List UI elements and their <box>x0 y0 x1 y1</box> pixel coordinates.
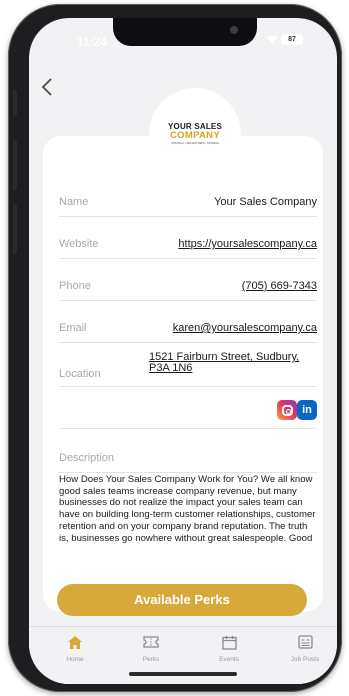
ticket-icon <box>121 635 181 651</box>
notch <box>113 18 257 46</box>
name-value: Your Sales Company <box>214 196 317 208</box>
description-label: Description <box>59 452 115 464</box>
tab-events-label: Events <box>219 656 239 663</box>
tab-job-posts[interactable]: Job Posts <box>275 635 335 663</box>
phone-label: Phone <box>59 280 91 292</box>
volume-up-button <box>13 140 17 190</box>
screen: 11:24 87 Name Your Sales Company Website… <box>29 18 337 684</box>
battery-icon: 87 <box>281 34 303 45</box>
email-label: Email <box>59 322 87 334</box>
email-link[interactable]: karen@yoursalescompany.ca <box>173 322 317 334</box>
status-icons: 87 <box>267 34 303 45</box>
description-row: Description <box>59 448 317 473</box>
name-label: Name <box>59 196 89 208</box>
email-row: Email karen@yoursalescompany.ca <box>59 318 317 343</box>
social-row: in <box>59 390 317 429</box>
home-icon <box>45 635 105 651</box>
status-time: 11:24 <box>77 35 108 49</box>
website-row: Website https://yoursalescompany.ca <box>59 234 317 259</box>
volume-down-button <box>13 204 17 254</box>
website-label: Website <box>59 238 99 250</box>
available-perks-button[interactable]: Available Perks <box>57 584 307 616</box>
tab-events[interactable]: Events <box>199 635 259 663</box>
description-text: How Does Your Sales Company Work for You… <box>59 474 316 544</box>
back-icon[interactable] <box>41 78 52 99</box>
location-label: Location <box>59 368 101 380</box>
logo-tagline: STRATEGY • RECRUITMENT • TRAINING <box>171 142 219 145</box>
location-link[interactable]: 1521 Fairburn Street, Sudbury, P3A 1N6 <box>149 352 317 374</box>
linkedin-icon[interactable]: in <box>297 400 317 420</box>
mute-switch <box>13 90 17 116</box>
home-indicator <box>129 672 237 676</box>
wifi-icon <box>267 34 278 45</box>
job-posts-icon <box>275 635 335 651</box>
company-logo: YOUR SALES COMPANY STRATEGY • RECRUITMEN… <box>149 88 241 180</box>
tab-perks-label: Perks <box>142 656 160 663</box>
company-card: Name Your Sales Company Website https://… <box>43 136 323 612</box>
phone-frame: 11:24 87 Name Your Sales Company Website… <box>8 4 342 692</box>
website-link[interactable]: https://yoursalescompany.ca <box>178 238 317 250</box>
instagram-icon[interactable] <box>277 400 297 420</box>
location-row: Location 1521 Fairburn Street, Sudbury, … <box>59 350 317 387</box>
tab-perks[interactable]: Perks <box>121 635 181 663</box>
tab-home[interactable]: Home <box>45 635 105 663</box>
logo-line2: COMPANY <box>170 130 220 141</box>
tab-home-label: Home <box>66 656 84 663</box>
phone-link[interactable]: (705) 669-7343 <box>242 280 317 292</box>
calendar-icon <box>199 635 259 651</box>
name-row: Name Your Sales Company <box>59 192 317 217</box>
phone-row: Phone (705) 669-7343 <box>59 276 317 301</box>
tab-job-posts-label: Job Posts <box>290 656 320 663</box>
